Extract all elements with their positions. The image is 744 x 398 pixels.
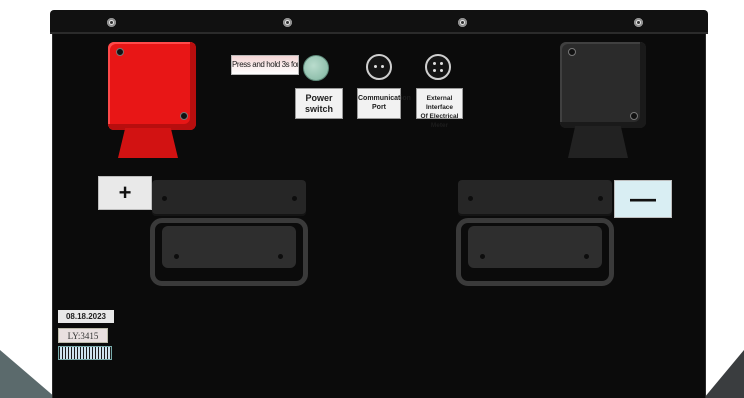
left-handle-bracket (152, 180, 306, 216)
floor-left (0, 350, 56, 398)
screw-1 (107, 18, 116, 27)
serial-id-sticker: LY:3415 (58, 328, 108, 343)
grip-screw (584, 254, 589, 259)
left-handle-grip (162, 226, 296, 268)
date-sticker: 08.18.2023 (58, 310, 114, 323)
bracket-screw (162, 196, 167, 201)
bracket-screw (598, 196, 603, 201)
communication-port-label: Communication Port (357, 88, 411, 119)
grip-screw (480, 254, 485, 259)
power-switch-label-line2: switch (304, 104, 333, 114)
grip-screw (174, 254, 179, 259)
screw-3 (458, 18, 467, 27)
right-handle-grip (468, 226, 602, 268)
screw-2 (283, 18, 292, 27)
port-pin (440, 69, 443, 72)
minus-sign-label: — (614, 180, 672, 218)
positive-terminal-screw (180, 112, 188, 120)
communication-port-label-line2: Port (372, 104, 386, 111)
floor-right (704, 350, 744, 398)
port-pin (433, 62, 436, 65)
power-switch-label: Power switch (295, 88, 343, 119)
power-button[interactable] (303, 55, 329, 81)
screw-4 (634, 18, 643, 27)
port-pin (374, 65, 377, 68)
negative-terminal-screw (630, 112, 638, 120)
port-pin (433, 69, 436, 72)
meter-port-label-line1: External Interface (425, 95, 454, 111)
port-pin (381, 65, 384, 68)
positive-terminal-base (118, 128, 178, 158)
communication-port-label-line1: Communication (358, 95, 411, 102)
shutdown-note-label: Press and hold 3s for shutdown (231, 55, 299, 75)
meter-port[interactable] (425, 54, 451, 80)
plus-sign-label: + (98, 176, 152, 210)
case-top-lip (50, 10, 708, 34)
power-switch-label-line1: Power (305, 93, 333, 103)
bracket-screw (468, 196, 473, 201)
meter-port-label: External Interface Of Electrical Meter (416, 88, 463, 129)
meter-port-label-line2: Of Electrical Meter (420, 113, 459, 129)
negative-terminal-screw (568, 48, 576, 56)
negative-terminal-base (568, 126, 628, 158)
bracket-screw (292, 196, 297, 201)
positive-terminal-screw (116, 48, 124, 56)
right-handle-bracket (458, 180, 612, 216)
grip-screw (278, 254, 283, 259)
barcode-sticker (58, 346, 112, 360)
port-pin (440, 62, 443, 65)
communication-port[interactable] (366, 54, 392, 80)
